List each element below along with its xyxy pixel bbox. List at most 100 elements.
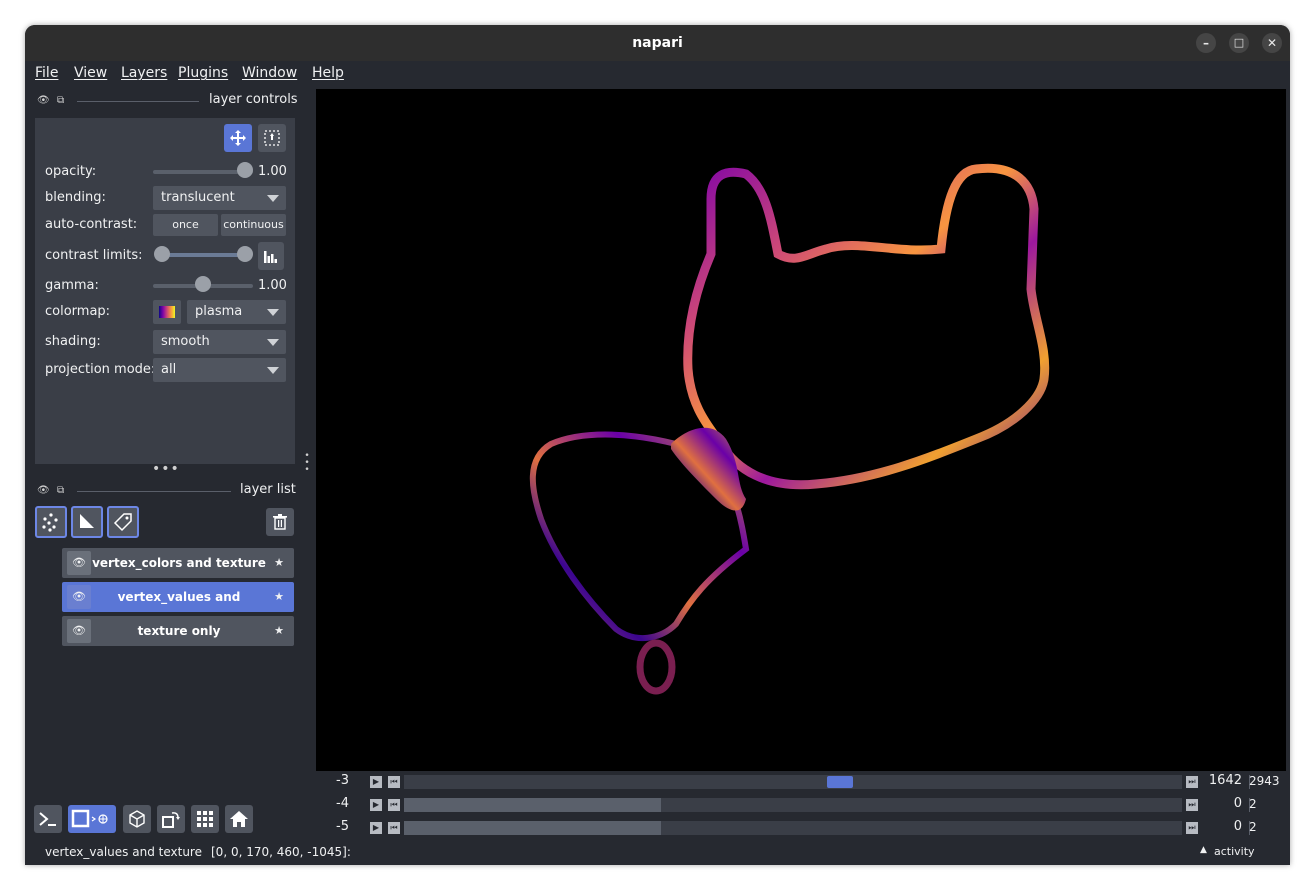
layer-name: vertex_colors and texture: [92, 556, 266, 570]
dim-slider-track[interactable]: [404, 798, 1182, 812]
play-icon[interactable]: ▶: [370, 799, 382, 811]
chevron-down-icon: [267, 367, 279, 374]
roll-axes-button[interactable]: [123, 805, 151, 833]
step-first-icon[interactable]: ⏮: [388, 822, 400, 834]
auto-contrast-continuous-button[interactable]: continuous: [221, 214, 286, 236]
shading-select[interactable]: smooth: [153, 330, 286, 354]
ndisplay-toggle-button[interactable]: [68, 805, 116, 833]
napari-window: napari – □ ✕ File View Layers Plugins Wi…: [25, 25, 1290, 865]
transpose-button[interactable]: [157, 805, 185, 833]
menu-file[interactable]: File: [35, 65, 58, 81]
menu-layers[interactable]: Layers: [121, 65, 167, 81]
delete-layer-button[interactable]: [266, 508, 294, 536]
menu-help[interactable]: Help: [312, 65, 344, 81]
menu-bar: File View Layers Plugins Window Help: [25, 61, 1290, 87]
layer-row-vertex-values-and-texture[interactable]: 👁 vertex_values and texture ★: [62, 582, 294, 634]
gamma-slider-handle[interactable]: [195, 276, 211, 292]
chevron-down-icon: [267, 195, 279, 202]
dim-max-value[interactable]: 2: [1249, 820, 1257, 834]
new-shapes-button[interactable]: [71, 506, 103, 538]
minimize-button[interactable]: –: [1196, 33, 1216, 53]
new-shapes-icon: [80, 514, 94, 528]
layer-type-star-icon: ★: [274, 624, 284, 637]
menu-plugins[interactable]: Plugins: [178, 65, 228, 81]
menu-view[interactable]: View: [74, 65, 107, 81]
roll-axes-icon: [129, 810, 145, 828]
step-last-icon[interactable]: ⏭: [1186, 799, 1198, 811]
dock-splitter-handle[interactable]: •••: [152, 462, 180, 476]
viewer-canvas[interactable]: [316, 89, 1286, 771]
window-title: napari: [632, 35, 683, 51]
layer-row-vertex-colors-and-texture[interactable]: 👁 vertex_colors and texture ★: [62, 548, 294, 578]
transpose-icon: [162, 812, 180, 828]
opacity-slider-handle[interactable]: [237, 162, 253, 178]
dock-float-icon[interactable]: 👁: [37, 485, 50, 496]
dock-divider: [77, 491, 231, 492]
new-points-icon: [42, 513, 58, 532]
console-icon: [39, 812, 56, 826]
new-points-button[interactable]: [35, 506, 67, 538]
opacity-value[interactable]: 1.00: [258, 164, 287, 179]
dim-current-value[interactable]: 0: [1234, 796, 1242, 811]
contrast-min-handle[interactable]: [154, 246, 170, 262]
plasma-colorbar-icon: [159, 306, 175, 318]
grid-view-button[interactable]: [191, 805, 219, 833]
activity-button[interactable]: activity: [1214, 845, 1255, 858]
layer-row-texture-only[interactable]: 👁 texture only ★: [62, 616, 294, 646]
dim-slider-track[interactable]: [404, 775, 1182, 789]
step-first-icon[interactable]: ⏮: [388, 799, 400, 811]
contrast-limits-slider[interactable]: [161, 253, 245, 257]
histogram-button[interactable]: [258, 242, 284, 270]
dims-slider-row: -4 ▶ ⏮ ⏭ 0 2: [316, 794, 1290, 816]
status-coordinates: [0, 0, 170, 460, -1045]:: [211, 845, 351, 859]
step-last-icon[interactable]: ⏭: [1186, 822, 1198, 834]
pan-zoom-button[interactable]: [224, 124, 252, 152]
auto-contrast-label: auto-contrast:: [45, 217, 138, 232]
step-first-icon[interactable]: ⏮: [388, 776, 400, 788]
shading-label: shading:: [45, 334, 101, 349]
transform-icon: [264, 130, 280, 146]
contrast-max-handle[interactable]: [237, 246, 253, 262]
canvas-splitter-handle[interactable]: • • •: [304, 452, 310, 475]
dim-axis-label: -5: [336, 819, 349, 834]
dim-current-value[interactable]: 0: [1234, 819, 1242, 834]
transform-button[interactable]: [258, 124, 286, 152]
2d-3d-toggle-icon: [71, 809, 108, 828]
dim-max-value[interactable]: 2943: [1249, 774, 1280, 788]
auto-contrast-once-button[interactable]: once: [153, 214, 218, 236]
dim-axis-label: -4: [336, 796, 349, 811]
trash-icon: [273, 514, 287, 530]
layer-controls-panel: opacity: 1.00 blending: translucent auto…: [35, 118, 295, 464]
visibility-eye-icon[interactable]: 👁: [67, 585, 91, 609]
dim-max-value[interactable]: 2: [1249, 797, 1257, 811]
dim-slider-track[interactable]: [404, 821, 1182, 835]
play-icon[interactable]: ▶: [370, 822, 382, 834]
visibility-eye-icon[interactable]: 👁: [67, 551, 91, 575]
menu-window[interactable]: Window: [242, 65, 297, 81]
dim-slider-fill[interactable]: [404, 821, 661, 835]
play-icon[interactable]: ▶: [370, 776, 382, 788]
dim-current-value[interactable]: 1642: [1209, 773, 1242, 788]
dock-float-icon[interactable]: 👁: [37, 95, 50, 106]
close-button[interactable]: ✕: [1262, 33, 1282, 53]
dock-close-icon[interactable]: ⧉: [57, 95, 64, 106]
dim-slider-thumb[interactable]: [826, 776, 853, 788]
colormap-value: plasma: [195, 304, 243, 319]
gamma-value[interactable]: 1.00: [258, 278, 287, 293]
projection-mode-select[interactable]: all: [153, 358, 286, 382]
projection-mode-value: all: [161, 362, 177, 377]
console-button[interactable]: [34, 805, 62, 833]
blending-select[interactable]: translucent: [153, 186, 286, 210]
home-button[interactable]: [225, 805, 253, 833]
colormap-select[interactable]: plasma: [187, 300, 286, 324]
colormap-label: colormap:: [45, 304, 111, 319]
chevron-up-icon[interactable]: ▲: [1200, 845, 1207, 855]
maximize-button[interactable]: □: [1229, 33, 1249, 53]
dim-slider-fill[interactable]: [404, 798, 661, 812]
step-last-icon[interactable]: ⏭: [1186, 776, 1198, 788]
new-labels-button[interactable]: [107, 506, 139, 538]
dock-close-icon[interactable]: ⧉: [57, 485, 64, 496]
colormap-swatch[interactable]: [153, 300, 181, 324]
gamma-label: gamma:: [45, 278, 99, 293]
visibility-eye-icon[interactable]: 👁: [67, 619, 91, 643]
